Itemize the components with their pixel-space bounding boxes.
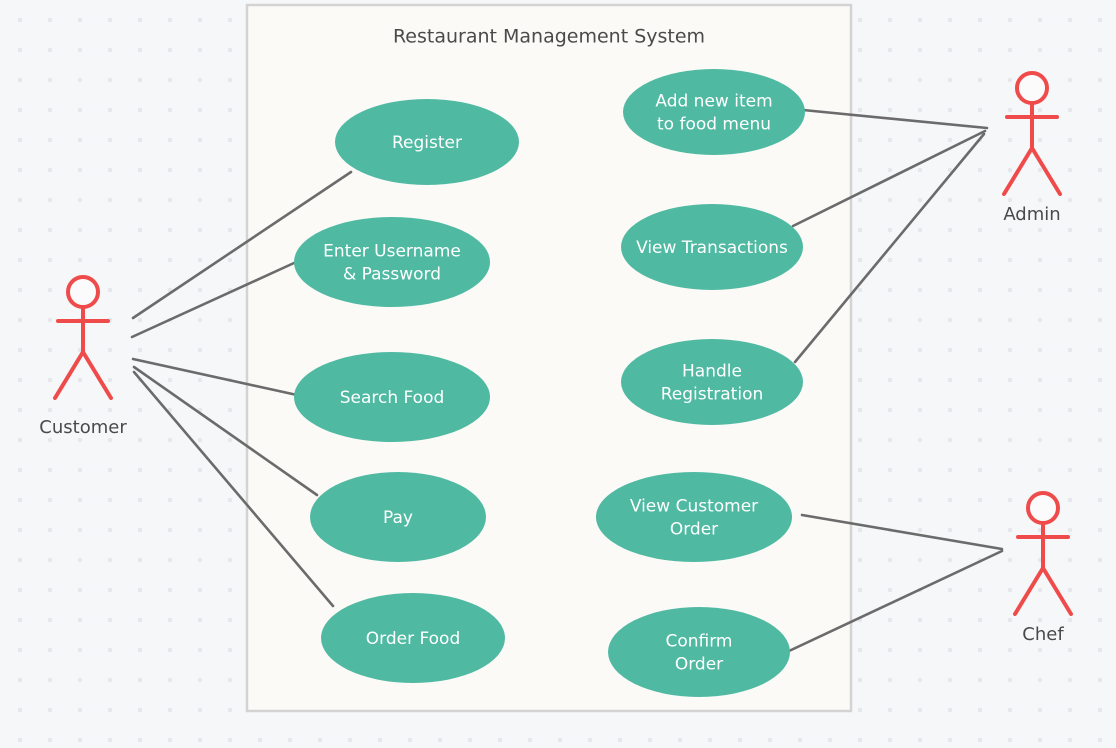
actor-head-icon-customer [66, 275, 100, 309]
use-case-ellipse-confirm-order[interactable] [608, 607, 790, 697]
actor-right-leg-admin [1030, 146, 1062, 196]
actor-label-chef: Chef [1022, 624, 1064, 645]
use-case-ellipse-enter-credentials[interactable] [294, 217, 490, 307]
use-case-label-line: Registration [661, 385, 764, 405]
actor-chef[interactable]: Chef [1013, 491, 1073, 645]
use-case-label-line: Order [675, 655, 723, 675]
diagram-canvas: Restaurant Management System Customer → … [0, 0, 1116, 748]
use-case-order-food[interactable]: Order Food [321, 593, 505, 683]
use-case-label-pay: Pay [383, 508, 413, 528]
use-case-label-line: Order Food [366, 629, 460, 649]
actor-head-icon-admin [1015, 71, 1049, 105]
use-case-label-line: View Transactions [636, 238, 788, 258]
use-case-label-view-transactions: View Transactions [636, 238, 788, 258]
use-case-label-line: Search Food [340, 388, 445, 408]
actor-right-leg-chef [1041, 566, 1073, 616]
actor-customer[interactable]: Customer [39, 275, 127, 438]
use-case-register[interactable]: Register [335, 99, 519, 185]
use-case-search-food[interactable]: Search Food [294, 352, 490, 442]
use-case-label-line: & Password [343, 265, 441, 285]
actor-label-customer: Customer [39, 417, 127, 438]
use-case-label-line: View Customer [630, 497, 758, 517]
use-case-confirm-order[interactable]: Confirm Order [608, 607, 790, 697]
use-case-ellipse-handle-registration[interactable] [621, 339, 803, 425]
system-title: Restaurant Management System [393, 26, 705, 48]
use-case-view-transactions[interactable]: View Transactions [621, 204, 803, 290]
actor-label-admin: Admin [1003, 204, 1060, 225]
use-case-label-line: to food menu [657, 115, 771, 135]
actor-head-icon-chef [1026, 491, 1060, 525]
actor-left-leg-admin [1002, 146, 1034, 196]
use-case-label-order-food: Order Food [366, 629, 460, 649]
use-case-label-line: Confirm [665, 632, 732, 652]
use-case-label-line: Handle [682, 362, 742, 382]
actor-left-leg-chef [1013, 566, 1045, 616]
use-case-diagram: Restaurant Management System Customer → … [39, 3, 1073, 713]
use-case-ellipse-view-customer-order[interactable] [596, 472, 792, 562]
use-case-label-search-food: Search Food [340, 388, 445, 408]
use-case-label-line: Pay [383, 508, 413, 528]
use-case-enter-credentials[interactable]: Enter Username & Password [294, 217, 490, 307]
use-case-ellipse-add-food-item[interactable] [623, 69, 805, 155]
use-case-pay[interactable]: Pay [310, 472, 486, 562]
use-case-handle-registration[interactable]: Handle Registration [621, 339, 803, 425]
use-case-label-line: Add new item [655, 92, 772, 112]
use-case-label-line: Enter Username [323, 242, 461, 262]
use-case-label-line: Register [392, 133, 462, 153]
actor-admin[interactable]: Admin [1002, 71, 1062, 225]
actor-left-leg-customer [53, 350, 85, 400]
use-case-label-register: Register [392, 133, 462, 153]
actor-right-leg-customer [81, 350, 113, 400]
use-case-label-line: Order [670, 520, 718, 540]
use-case-view-customer-order[interactable]: View Customer Order [596, 472, 792, 562]
use-case-add-food-item[interactable]: Add new item to food menu [623, 69, 805, 155]
